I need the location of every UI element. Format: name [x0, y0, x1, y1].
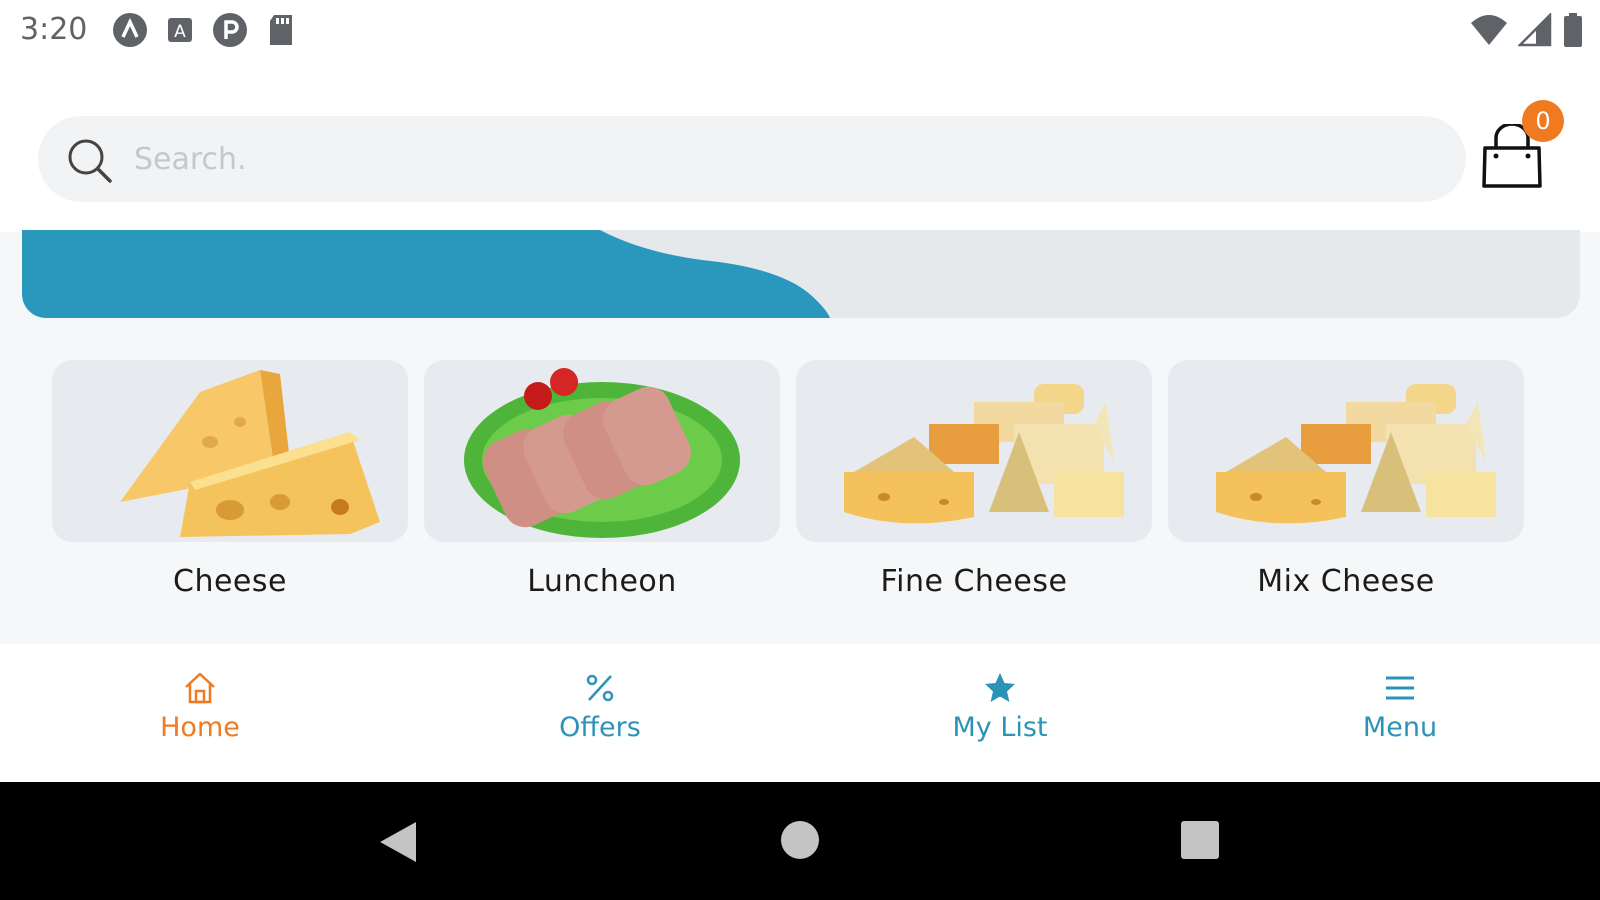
luncheon-image: [424, 360, 780, 542]
back-icon[interactable]: [378, 820, 418, 868]
category-card-cheese[interactable]: Cheese: [52, 360, 408, 599]
nav-menu-label: Menu: [1362, 712, 1438, 743]
app-screen: 3:20 A Search. 0 Cheese Luncheon Fine Ch…: [0, 0, 1600, 900]
mix-cheese-image: [1168, 360, 1524, 542]
cart-count-badge: 0: [1522, 100, 1564, 142]
status-bar: 3:20 A: [0, 0, 1600, 64]
search-input[interactable]: [134, 116, 1434, 202]
nav-my-list[interactable]: My List: [900, 670, 1100, 743]
category-label: Mix Cheese: [1257, 564, 1435, 599]
system-navigation-bar: [0, 782, 1600, 900]
nav-my-list-label: My List: [952, 712, 1048, 743]
status-system-icons: [1470, 11, 1584, 52]
percent-icon: [500, 670, 700, 706]
nav-home-label: Home: [160, 712, 240, 743]
home-icon: [100, 670, 300, 706]
star-icon: [900, 670, 1100, 706]
promo-banner[interactable]: [22, 230, 1580, 318]
status-time: 3:20: [20, 12, 88, 47]
status-notification-icons: A: [112, 12, 296, 52]
search-icon: [66, 137, 114, 189]
nav-home[interactable]: Home: [100, 670, 300, 743]
sd-card-icon: [266, 13, 296, 51]
signal-icon: [1516, 11, 1552, 51]
category-label: Cheese: [173, 564, 287, 599]
keyboard-a-icon: A: [166, 16, 194, 48]
app-p-icon: [212, 12, 248, 52]
fine-cheese-image: [796, 360, 1152, 542]
svg-text:A: A: [174, 22, 186, 42]
category-label: Luncheon: [527, 564, 677, 599]
cheese-image: [52, 360, 408, 542]
category-card-mix-cheese[interactable]: Mix Cheese: [1168, 360, 1524, 599]
recents-square-icon[interactable]: [1180, 820, 1220, 864]
category-list: Cheese Luncheon Fine Cheese Mix Cheese: [0, 360, 1600, 620]
cart-button[interactable]: 0: [1480, 100, 1580, 210]
home-circle-icon[interactable]: [780, 820, 820, 864]
app-header: 0: [0, 64, 1600, 232]
search-bar[interactable]: [38, 116, 1466, 202]
battery-icon: [1562, 12, 1584, 52]
app-a-icon: [112, 12, 148, 52]
banner-wave-shape: [22, 230, 830, 318]
category-label: Fine Cheese: [880, 564, 1068, 599]
hamburger-menu-icon: [1300, 670, 1500, 706]
nav-offers[interactable]: Offers: [500, 670, 700, 743]
wifi-icon: [1470, 13, 1508, 51]
nav-offers-label: Offers: [559, 712, 641, 743]
nav-menu[interactable]: Menu: [1300, 670, 1500, 743]
bottom-navigation: Home Offers My List Menu: [0, 644, 1600, 782]
category-card-fine-cheese[interactable]: Fine Cheese: [796, 360, 1152, 599]
category-card-luncheon[interactable]: Luncheon: [424, 360, 780, 599]
